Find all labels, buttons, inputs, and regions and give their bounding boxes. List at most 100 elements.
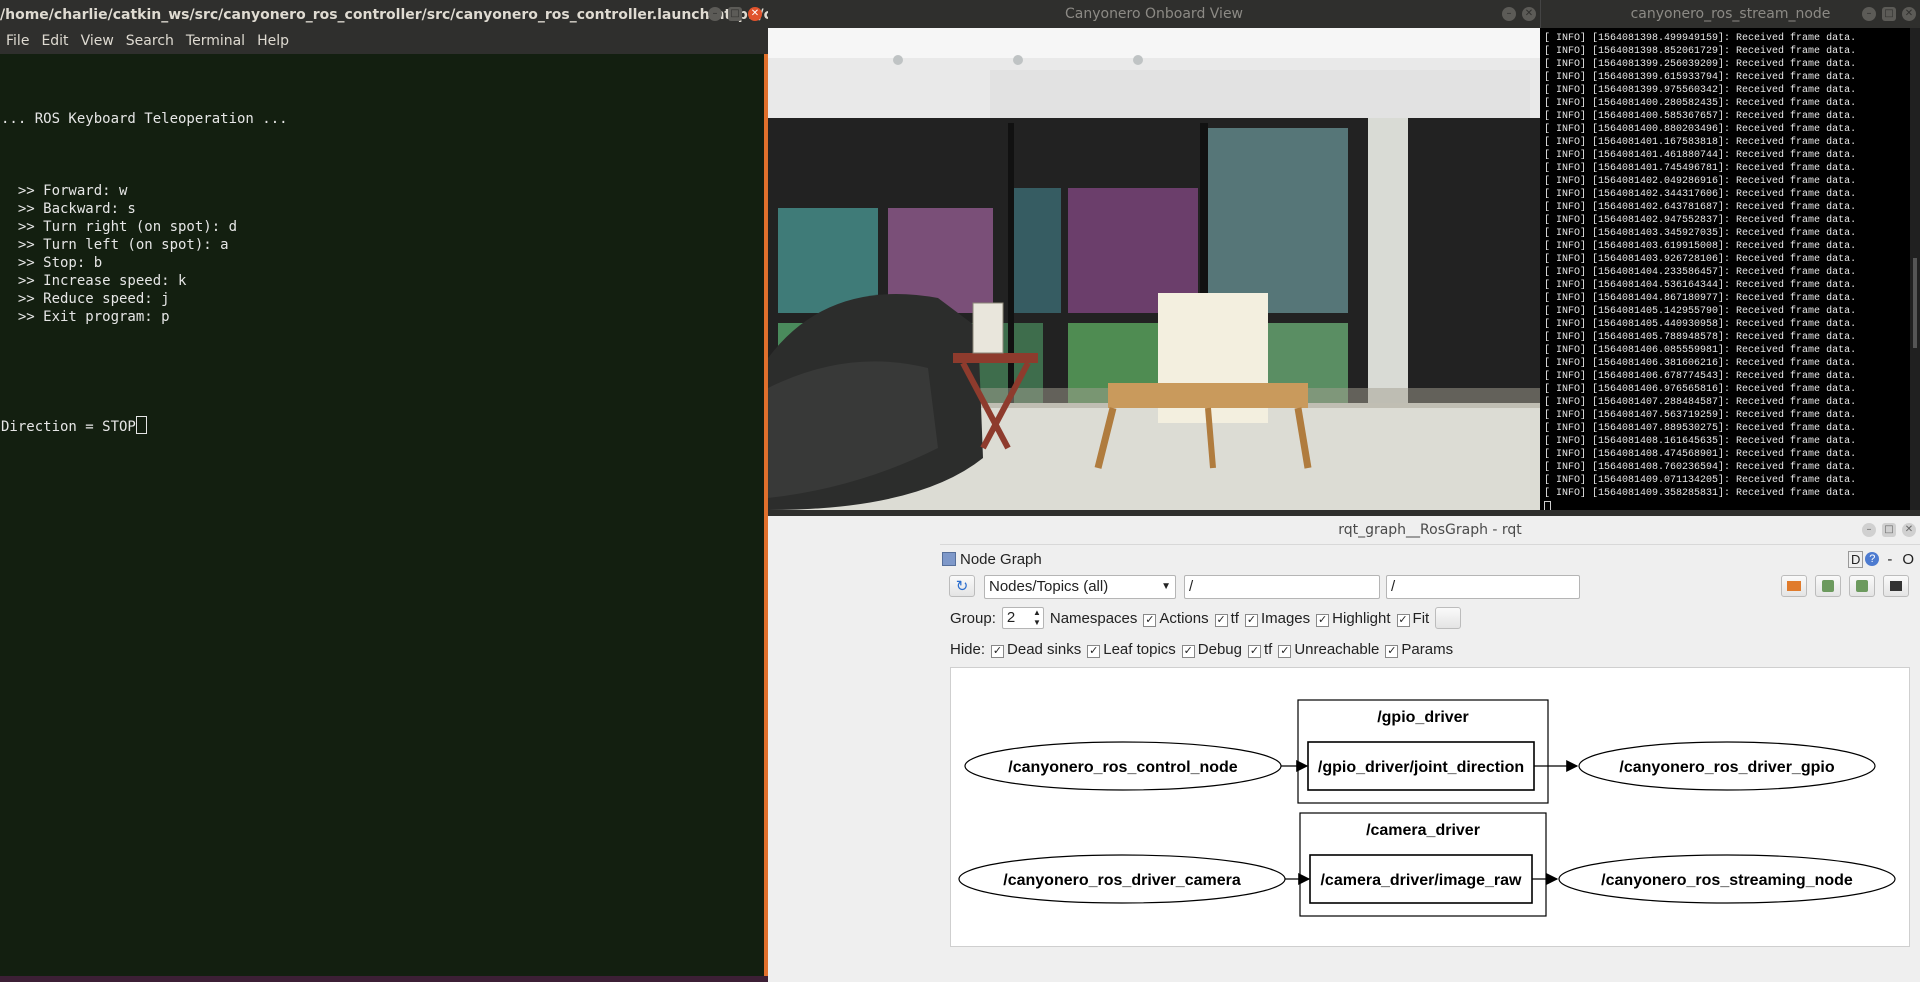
log-line: [ INFO] [1564081401.461880744]: Received… [1544,149,1910,162]
log-level: [ INFO] [1544,111,1593,122]
direction-status: Direction = STOP [1,416,764,436]
log-level: [ INFO] [1544,98,1593,109]
params-checkbox[interactable]: ✓ Params [1385,641,1453,658]
fit-checkbox[interactable]: ✓ Fit [1396,610,1429,627]
stream-titlebar[interactable]: canyonero_ros_stream_node – □ ✕ [1540,0,1920,28]
log-message: : Received frame data. [1724,46,1857,57]
rqt-titlebar[interactable]: rqt_graph__RosGraph - rqt – □ ✕ [940,516,1920,545]
close-button[interactable]: ✕ [1902,523,1916,537]
highlight-checkbox[interactable]: ✓ Highlight [1316,610,1391,627]
graph-type-select[interactable]: Nodes/Topics (all) ▼ [984,575,1176,599]
leaf-topics-checkbox[interactable]: ✓ Leaf topics [1087,641,1176,658]
log-timestamp: [1564081400.880203496] [1592,124,1725,135]
maximize-button[interactable]: □ [728,7,742,21]
menu-edit[interactable]: Edit [35,33,74,49]
help-icon[interactable]: ? [1865,552,1880,566]
log-line: [ INFO] [1564081407.563719259]: Received… [1544,409,1910,422]
log-line: [ INFO] [1564081405.142955790]: Received… [1544,305,1910,318]
group-value: 2 [1006,609,1016,626]
topic-joint-direction-label: /gpio_driver/joint_direction [1318,759,1524,776]
actions-checkbox[interactable]: ✓ Actions [1143,610,1209,627]
log-line: [ INFO] [1564081398.499949159]: Received… [1544,32,1910,45]
log-timestamp: [1564081406.381606216] [1592,358,1725,369]
node-filter-input[interactable]: / [1184,575,1380,599]
save-svg-button[interactable] [1849,575,1875,597]
unreachable-checkbox[interactable]: ✓ Unreachable [1278,641,1379,658]
checkbox-box: ✓ [1316,613,1330,627]
menu-search[interactable]: Search [120,33,180,49]
images-label: Images [1260,609,1311,627]
terminal-titlebar[interactable]: /home/charlie/catkin_ws/src/canyonero_ro… [0,0,768,28]
minimize-button[interactable]: – [1862,523,1876,537]
menu-help[interactable]: Help [251,33,295,49]
refresh-button[interactable]: ↻ [949,575,975,597]
namespaces-checkbox[interactable]: Namespaces [1050,610,1138,627]
debug-checkbox[interactable]: ✓ Debug [1181,641,1242,658]
log-message: : Received frame data. [1724,163,1857,174]
hide-tf-checkbox[interactable]: ✓ tf [1247,641,1272,658]
checkbox-box: ✓ [1143,613,1157,627]
maximize-button[interactable]: □ [1882,7,1896,21]
log-timestamp: [1564081404.867180977] [1592,293,1725,304]
camera-image [768,28,1540,510]
minimize-button[interactable]: – [1862,7,1876,21]
log-line: [ INFO] [1564081402.344317606]: Received… [1544,188,1910,201]
close-plugin-button[interactable]: O [1902,551,1914,568]
log-line: [ INFO] [1564081400.280582435]: Received… [1544,97,1910,110]
stream-log-output[interactable]: [ INFO] [1564081398.499949159]: Received… [1540,28,1910,510]
log-timestamp: [1564081409.358285831] [1592,488,1725,499]
menu-terminal[interactable]: Terminal [180,33,251,49]
minimize-button[interactable]: – [708,7,722,21]
log-timestamp: [1564081401.167583818] [1592,137,1725,148]
dead-sinks-checkbox[interactable]: ✓ Dead sinks [991,641,1081,658]
maximize-button[interactable]: □ [1882,523,1896,537]
fit-in-view-button[interactable] [1435,607,1462,629]
log-line: [ INFO] [1564081403.926728106]: Received… [1544,253,1910,266]
log-timestamp: [1564081408.161645635] [1592,436,1725,447]
key-instruction-line: >> Forward: w [1,182,764,200]
minimize-button[interactable]: – [1502,7,1516,21]
log-line: [ INFO] [1564081404.233586457]: Received… [1544,266,1910,279]
close-button[interactable]: ✕ [1902,7,1916,21]
log-level: [ INFO] [1544,150,1593,161]
namespace-label-camera: /camera_driver [1366,822,1480,839]
direction-text: Direction = STOP [1,419,136,435]
log-level: [ INFO] [1544,345,1593,356]
checkbox-box: ✓ [991,644,1005,658]
close-button[interactable]: ✕ [748,7,762,21]
topic-filter-input[interactable]: / [1386,575,1580,599]
params-label: Params [1401,640,1454,658]
leaf-topics-label: Leaf topics [1103,640,1176,658]
checkbox-box: ✓ [1385,644,1399,658]
log-scrollbar[interactable] [1910,28,1920,510]
log-level: [ INFO] [1544,215,1593,226]
log-level: [ INFO] [1544,163,1593,174]
log-level: [ INFO] [1544,33,1593,44]
minimize-plugin-button[interactable]: - [1887,551,1892,568]
menu-view[interactable]: View [75,33,120,49]
log-timestamp: [1564081399.975560342] [1592,85,1725,96]
desktop-bottom-strip [0,976,768,982]
close-button[interactable]: ✕ [1522,7,1536,21]
topic-filter-value: / [1391,578,1396,595]
menu-file[interactable]: File [0,33,35,49]
key-instruction-text: >> Increase speed: k [17,273,187,289]
log-timestamp: [1564081405.440930958] [1592,319,1725,330]
dock-button[interactable]: D [1847,550,1864,568]
images-checkbox[interactable]: ✓ Images [1244,609,1311,627]
group-spinbox[interactable]: 2 ▲ ▼ [1001,607,1044,629]
log-message: : Received frame data. [1724,280,1857,291]
save-image-button[interactable] [1883,575,1909,597]
terminal-output[interactable]: ... ROS Keyboard Teleoperation ... >> Fo… [0,54,764,976]
log-message: : Received frame data. [1724,384,1857,395]
save-dot-button[interactable] [1815,575,1841,597]
log-level: [ INFO] [1544,46,1593,57]
tf-checkbox[interactable]: ✓ tf [1214,610,1239,627]
ros-graph-canvas[interactable]: /gpio_driver /gpio_driver/joint_directio… [950,667,1910,947]
load-dot-button[interactable] [1781,575,1807,597]
camera-titlebar-bg[interactable]: Canyonero Onboard View – ✕ [768,0,1540,28]
log-timestamp: [1564081403.926728106] [1592,254,1725,265]
log-line: [ INFO] [1564081407.889530275]: Received… [1544,422,1910,435]
graph-type-value: Nodes/Topics (all) [989,578,1109,595]
hide-row: Hide: ✓ Dead sinks ✓ Leaf topics ✓ Debug ✓ t… [950,637,1453,661]
